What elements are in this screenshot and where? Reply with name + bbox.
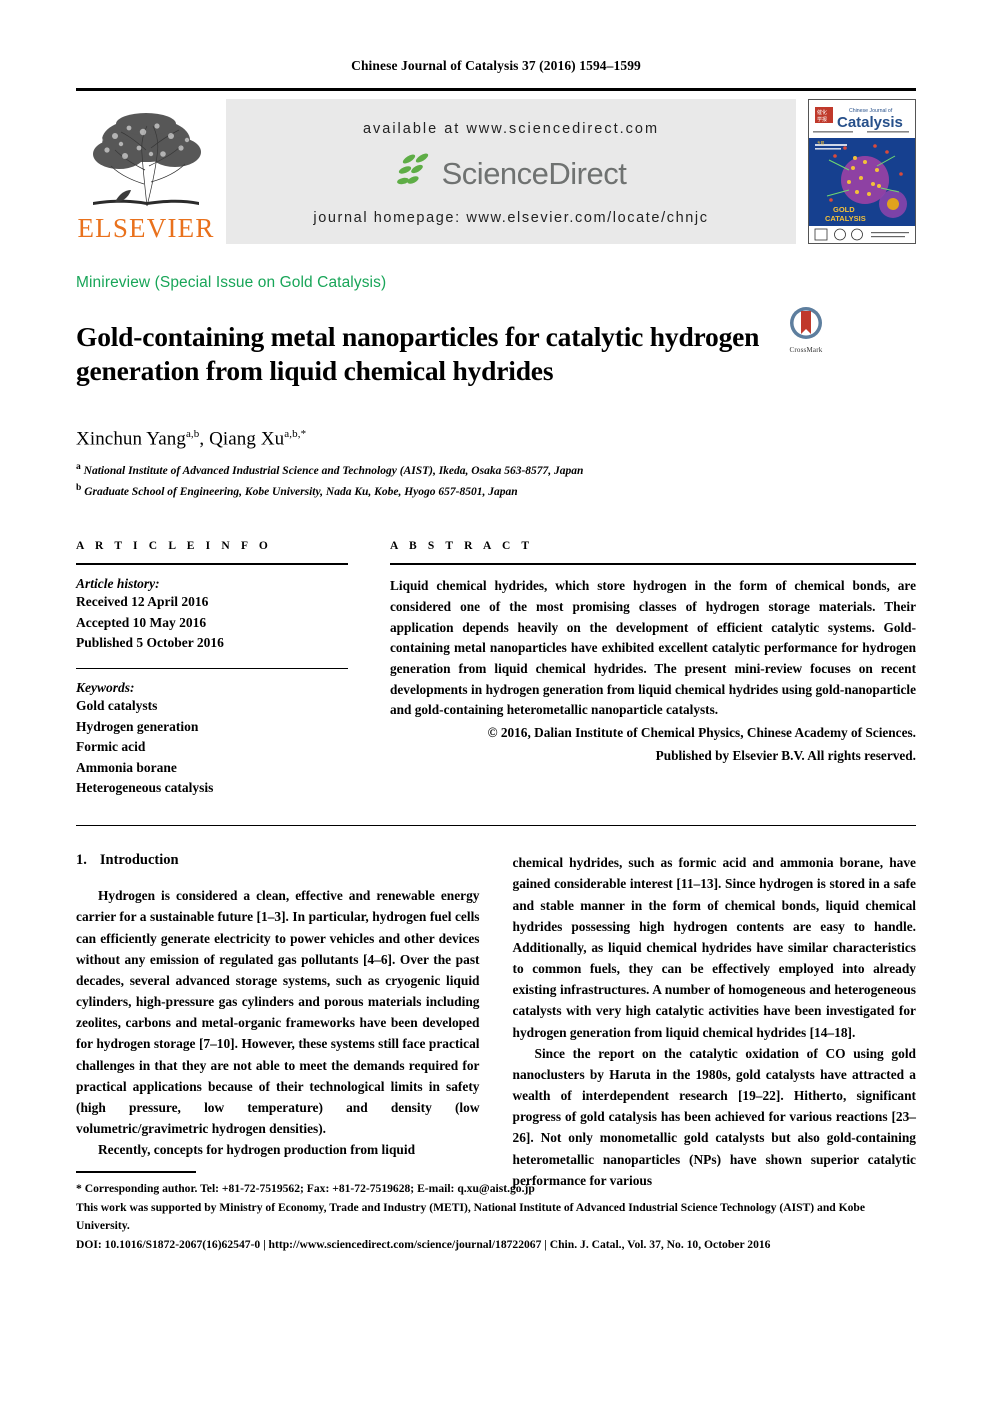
author-name-2: Qiang Xu	[209, 428, 285, 450]
affiliation-item: b Graduate School of Engineering, Kobe U…	[76, 481, 916, 502]
svg-text:GOLD: GOLD	[833, 205, 855, 214]
crossmark-label: CrossMark	[789, 346, 823, 354]
body-columns: 1. Introduction Hydrogen is considered a …	[76, 852, 916, 1191]
crossmark-icon	[789, 307, 823, 344]
keywords-rule	[76, 667, 348, 670]
journal-cover-thumbnail[interactable]: 催化 学报 Chinese Journal of Catalysis 专题 GO…	[808, 99, 916, 244]
author-list: Xinchun Yanga,b, Qiang Xua,b,*	[76, 428, 916, 450]
article-history-received: Received 12 April 2016	[76, 594, 209, 610]
article-info-column: A R T I C L E I N F O Article history: R…	[76, 540, 348, 799]
title-row: Gold-containing metal nanoparticles for …	[76, 302, 916, 406]
svg-text:专题: 专题	[817, 140, 825, 145]
keyword-item: Gold catalysts	[76, 698, 158, 714]
info-abstract-section: A R T I C L E I N F O Article history: R…	[76, 540, 916, 799]
keyword-item: Formic acid	[76, 739, 146, 755]
keywords-label: Keywords:	[76, 680, 135, 696]
author-affil-marks-1: a,b	[185, 427, 200, 440]
header-rule	[76, 88, 916, 91]
keyword-item: Ammonia borane	[76, 759, 177, 775]
affiliation-text-a: National Institute of Advanced Industria…	[83, 465, 584, 478]
available-at-text: available at www.sciencedirect.com	[362, 121, 660, 137]
elsevier-logo[interactable]: ELSEVIER	[76, 99, 216, 244]
article-history-label: Article history:	[76, 576, 160, 592]
doi-line: DOI: 10.1016/S1872-2067(16)62547-0 | htt…	[76, 1238, 771, 1252]
article-info-rule	[76, 562, 348, 566]
abstract-column: A B S T R A C T Liquid chemical hydrides…	[390, 540, 916, 799]
funding-note: This work was supported by Ministry of E…	[76, 1200, 866, 1233]
body-column-right: chemical hydrides, such as formic acid a…	[513, 852, 917, 1191]
paragraph: Recently, concepts for hydrogen producti…	[98, 1142, 416, 1158]
footnote-rule	[76, 1171, 196, 1173]
abstract-bottom-rule	[76, 824, 916, 827]
affiliation-list: a National Institute of Advanced Industr…	[76, 460, 916, 501]
corresponding-author-note: * Corresponding author. Tel: +81-72-7519…	[76, 1181, 535, 1195]
paragraph: chemical hydrides, such as formic acid a…	[512, 855, 917, 1040]
svg-text:催化: 催化	[817, 109, 827, 116]
crossmark-badge[interactable]: CrossMark	[776, 302, 836, 354]
svg-text:学报: 学报	[817, 116, 827, 123]
author-separator: ,	[199, 428, 210, 450]
affiliation-text-b: Graduate School of Engineering, Kobe Uni…	[84, 485, 518, 498]
svg-text:CATALYSIS: CATALYSIS	[825, 214, 866, 223]
article-history-accepted: Accepted 10 May 2016	[76, 614, 207, 630]
affiliation-item: a National Institute of Advanced Industr…	[76, 460, 916, 481]
article-info-heading: A R T I C L E I N F O	[76, 539, 272, 552]
paragraph: Hydrogen is considered a clean, effectiv…	[76, 888, 480, 1137]
svg-text:Catalysis: Catalysis	[837, 114, 903, 131]
abstract-copyright-line-2: Published by Elsevier B.V. All rights re…	[655, 747, 916, 763]
section-number: 1.	[76, 852, 87, 869]
section-title: Introduction	[99, 852, 179, 869]
elsevier-wordmark: ELSEVIER	[77, 213, 215, 243]
abstract-body: Liquid chemical hydrides, which store hy…	[390, 578, 916, 718]
keyword-item: Heterogeneous catalysis	[76, 780, 214, 796]
running-head: Chinese Journal of Catalysis 37 (2016) 1…	[351, 58, 641, 73]
article-history-published: Published 5 October 2016	[76, 635, 224, 651]
sciencedirect-wordmark: ScienceDirect	[441, 156, 627, 191]
affiliation-mark-b: b	[76, 481, 82, 493]
body-column-left: 1. Introduction Hydrogen is considered a …	[76, 852, 480, 1191]
section-heading-introduction: 1. Introduction	[76, 852, 480, 869]
abstract-copyright-line-1: © 2016, Dalian Institute of Chemical Phy…	[487, 725, 916, 741]
author-affil-marks-2: a,b,*	[284, 427, 307, 440]
abstract-heading: A B S T R A C T	[390, 539, 534, 552]
sciencedirect-band: available at www.sciencedirect.com Scien…	[226, 99, 796, 244]
abstract-rule	[390, 562, 916, 566]
affiliation-mark-a: a	[76, 461, 81, 473]
journal-article-page: Chinese Journal of Catalysis 37 (2016) 1…	[0, 0, 992, 1403]
article-type-label: Minireview (Special Issue on Gold Cataly…	[76, 274, 387, 291]
masthead: ELSEVIER available at www.sciencedirect.…	[76, 99, 916, 244]
elsevier-tree-icon	[85, 110, 207, 213]
journal-homepage-text: journal homepage: www.elsevier.com/locat…	[313, 210, 709, 226]
sciencedirect-logo[interactable]: ScienceDirect	[396, 152, 627, 195]
paragraph: Since the report on the catalytic oxidat…	[512, 1045, 917, 1188]
footnote-area: * Corresponding author. Tel: +81-72-7519…	[76, 1171, 916, 1255]
author-name-1: Xinchun Yang	[76, 428, 186, 450]
page-title: Gold-containing metal nanoparticles for …	[76, 321, 760, 386]
sciencedirect-leaves-icon	[396, 152, 436, 195]
keyword-item: Hydrogen generation	[76, 718, 199, 734]
